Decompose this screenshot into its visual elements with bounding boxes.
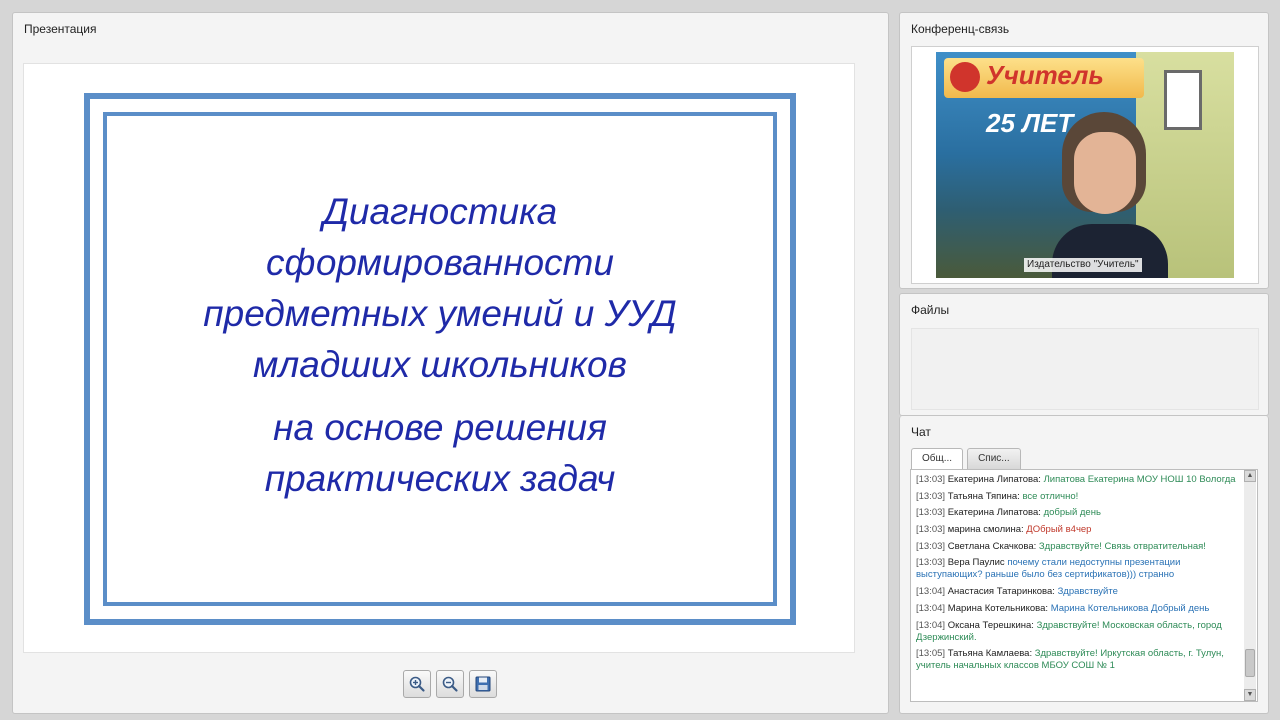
files-panel: Файлы	[899, 293, 1269, 416]
slide-inner-frame: Диагностика сформированности предметных …	[103, 112, 777, 606]
message-time: [13:04]	[916, 586, 946, 598]
slide-title-line: практических задач	[264, 458, 616, 499]
chat-title: Чат	[911, 425, 931, 439]
chat-message: [13:04] Оксана Терешкина: Здравствуйте! …	[916, 620, 1241, 644]
slide-title-line: предметных умений и УУД	[203, 293, 677, 334]
message-author: Вера Паулис	[947, 557, 1005, 569]
save-icon	[475, 676, 491, 692]
video-brand-text: Учитель	[986, 60, 1104, 90]
slide-title-line: сформированности	[266, 242, 614, 283]
message-text: Здравствуйте! Связь отвратительная!	[1038, 540, 1206, 552]
message-author: марина смолина:	[947, 524, 1024, 536]
chat-message: [13:03] Татьяна Тяпина: все отлично!	[916, 491, 1241, 503]
video-container: Учитель 25 ЛЕТ Издательство "Учитель"	[911, 46, 1259, 284]
slide-title-gap	[107, 390, 773, 402]
message-author: Екатерина Липатова:	[947, 474, 1041, 485]
message-author: Анастасия Татаринкова:	[947, 586, 1055, 598]
presentation-title: Презентация	[24, 22, 97, 36]
chat-message: [13:05] Татьяна Камлаева: Здравствуйте! …	[916, 648, 1241, 672]
zoom-in-button[interactable]	[403, 670, 431, 698]
message-time: [13:03]	[916, 490, 946, 502]
scroll-up-icon[interactable]: ▲	[1244, 470, 1256, 482]
zoom-out-button[interactable]	[436, 670, 464, 698]
message-time: [13:03]	[916, 507, 946, 519]
message-text: добрый день	[1043, 507, 1101, 519]
chat-message: [13:04] Анастасия Татаринкова: Здравству…	[916, 586, 1241, 598]
chat-tabs: Общ... Спис...	[911, 448, 1021, 469]
presentation-toolbar	[403, 670, 497, 698]
message-text: Липатова Екатерина МОУ НОШ 10 Вологда	[1043, 474, 1236, 485]
message-text: все отлично!	[1022, 490, 1079, 502]
speaker-figure	[1052, 112, 1168, 278]
speaker-face	[1074, 132, 1136, 214]
chat-message: [13:03] марина смолина: ДОбрый в4чер	[916, 524, 1241, 536]
message-time: [13:03]	[916, 540, 946, 552]
presentation-panel: Презентация Диагностика сформированности…	[12, 12, 889, 714]
slide-area: Диагностика сформированности предметных …	[23, 63, 855, 653]
message-text: Здравствуйте	[1057, 586, 1118, 598]
message-time: [13:04]	[916, 602, 946, 614]
message-time: [13:03]	[916, 474, 946, 485]
slide-title-line: младших школьников	[253, 344, 627, 385]
save-button[interactable]	[469, 670, 497, 698]
tab-participants[interactable]: Спис...	[967, 448, 1021, 469]
message-author: Татьяна Тяпина:	[947, 490, 1020, 502]
message-author: Светлана Скачкова:	[947, 540, 1037, 552]
chat-messages[interactable]: [13:03] Екатерина Липатова: Липатова Ека…	[910, 469, 1258, 702]
chat-message: [13:04] Марина Котельникова: Марина Коте…	[916, 603, 1241, 615]
conference-title: Конференц-связь	[911, 22, 1010, 36]
message-author: Татьяна Камлаева:	[947, 648, 1033, 660]
message-author: Екатерина Липатова:	[947, 507, 1041, 519]
scroll-thumb[interactable]	[1245, 649, 1255, 677]
chat-message: [13:03] Екатерина Липатова: добрый день	[916, 507, 1241, 519]
chat-scrollbar[interactable]: ▲ ▼	[1244, 470, 1256, 701]
slide-frame: Диагностика сформированности предметных …	[84, 93, 796, 625]
files-list	[911, 328, 1259, 410]
message-author: Оксана Терешкина:	[947, 619, 1034, 631]
slide-title-line: на основе решения	[273, 407, 607, 448]
message-text: Марина Котельникова Добрый день	[1050, 602, 1210, 614]
message-time: [13:05]	[916, 648, 946, 660]
slide-title: Диагностика сформированности предметных …	[107, 186, 773, 504]
message-time: [13:04]	[916, 619, 946, 631]
zoom-out-icon	[442, 676, 458, 692]
zoom-in-icon	[409, 676, 425, 692]
video-feed[interactable]: Учитель 25 ЛЕТ Издательство "Учитель"	[936, 52, 1234, 278]
wall-certificate	[1164, 70, 1202, 130]
chat-message-list: [13:03] Екатерина Липатова: Липатова Ека…	[916, 474, 1241, 672]
message-time: [13:03]	[916, 524, 946, 536]
files-title: Файлы	[911, 303, 950, 317]
chat-message: [13:03] Светлана Скачкова: Здравствуйте!…	[916, 541, 1241, 553]
conference-panel: Конференц-связь Учитель 25 ЛЕТ Издательс…	[899, 12, 1269, 289]
chat-message: [13:03] Екатерина Липатова: Липатова Ека…	[916, 474, 1241, 486]
message-time: [13:03]	[916, 557, 946, 569]
slide-title-line: Диагностика	[322, 191, 558, 232]
chat-panel: Чат Общ... Спис... [13:03] Екатерина Лип…	[899, 416, 1269, 714]
publisher-logo-icon	[950, 62, 980, 92]
video-caption: Издательство "Учитель"	[1024, 258, 1142, 272]
message-text: ДОбрый в4чер	[1026, 524, 1092, 536]
tab-general[interactable]: Общ...	[911, 448, 964, 469]
message-author: Марина Котельникова:	[947, 602, 1049, 614]
scroll-down-icon[interactable]: ▼	[1244, 689, 1256, 701]
chat-message: [13:03] Вера Паулис почему стали недосту…	[916, 557, 1241, 581]
